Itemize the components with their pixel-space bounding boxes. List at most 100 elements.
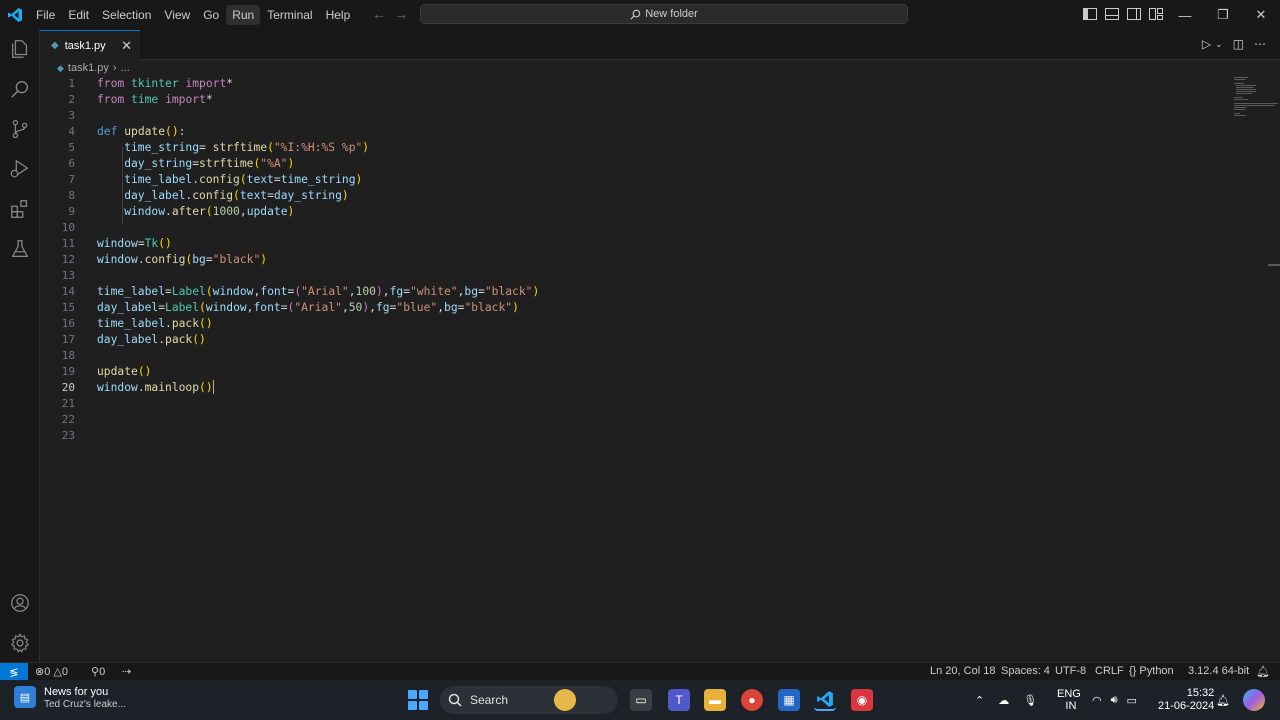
code-editor[interactable]: 1 from tkinter import* 2 from time import*…	[40, 76, 1280, 662]
code-line[interactable]: 6 day_string=strftime("%A")	[40, 156, 1190, 172]
close-window-icon[interactable]: ✕	[1242, 0, 1280, 30]
scrollbar-marker[interactable]	[1268, 264, 1280, 266]
code-line[interactable]: 21	[40, 396, 1190, 412]
code-text: window.config(bg="black")	[97, 253, 268, 266]
editor-tab-bar: ◆ task1.py ✕ ▷ ⌄ ◫ ⋯	[40, 30, 1280, 60]
taskbar-search[interactable]: Search	[440, 686, 618, 714]
code-line[interactable]: 5 time_string= strftime("%I:%H:%S %p")	[40, 140, 1190, 156]
code-line[interactable]: 14 time_label=Label(window,font=("Arial",…	[40, 284, 1190, 300]
testing-icon[interactable]	[8, 237, 32, 261]
code-line[interactable]: 2 from time import*	[40, 92, 1190, 108]
ports-status[interactable]: ⚲0	[91, 665, 105, 678]
menu-go[interactable]: Go	[197, 5, 225, 25]
breadcrumb: ◆ task1.py › ...	[57, 61, 130, 75]
menu-run[interactable]: Run	[226, 5, 261, 25]
explorer-icon[interactable]	[8, 37, 32, 61]
code-line[interactable]: 1 from tkinter import*	[40, 76, 1190, 92]
language-mode[interactable]: {} Python	[1129, 665, 1174, 677]
notifications-bell-icon[interactable]: 🔔︎	[1256, 665, 1270, 678]
line-number: 14	[61, 285, 75, 298]
restore-icon[interactable]: ❐	[1204, 0, 1242, 30]
python-interpreter[interactable]: 3.12.4 64-bit	[1188, 665, 1249, 677]
minimize-icon[interactable]: —	[1166, 0, 1204, 30]
close-tab-icon[interactable]: ✕	[121, 38, 132, 54]
code-line[interactable]: 13	[40, 268, 1190, 284]
code-line[interactable]: 9 window.after(1000,update)	[40, 204, 1190, 220]
remote-indicator-icon[interactable]: ≶	[0, 663, 28, 681]
menu-bar: File Edit Selection View Go Run Terminal…	[30, 0, 357, 30]
menu-terminal[interactable]: Terminal	[261, 5, 318, 25]
settings-gear-icon[interactable]	[8, 631, 32, 655]
menu-view[interactable]: View	[158, 5, 196, 25]
arrow-left-icon[interactable]: ←	[372, 6, 386, 22]
notification-bell-icon[interactable]: 🔔︎	[1216, 680, 1230, 720]
more-actions-icon[interactable]: ⋯	[1254, 37, 1266, 51]
code-line[interactable]: 22	[40, 412, 1190, 428]
split-editor-icon[interactable]: ◫	[1233, 37, 1244, 51]
code-line[interactable]: 16 time_label.pack()	[40, 316, 1190, 332]
command-center[interactable]: New folder	[420, 4, 908, 24]
arrow-right-icon[interactable]: →	[394, 6, 408, 22]
code-line[interactable]: 7 time_label.config(text=time_string)	[40, 172, 1190, 188]
breadcrumb-more[interactable]: ...	[121, 62, 130, 74]
chevron-up-icon[interactable]: ⌃	[975, 694, 984, 707]
menu-file[interactable]: File	[30, 5, 61, 25]
code-line[interactable]: 19 update()	[40, 364, 1190, 380]
task-view-icon[interactable]: ▭	[630, 689, 652, 711]
tab-task1-py[interactable]: ◆ task1.py ✕	[40, 30, 140, 60]
clock[interactable]: 15:32 21-06-2024	[1158, 680, 1214, 720]
system-tray: ⌃ ☁ 🎙︎	[975, 680, 1037, 720]
news-widget[interactable]: ▤ News for you Ted Cruz's leake...	[14, 686, 126, 710]
windows-start-icon[interactable]	[408, 690, 428, 710]
menu-edit[interactable]: Edit	[62, 5, 95, 25]
source-control-icon[interactable]	[8, 117, 32, 141]
python-icon: ◆	[51, 40, 59, 51]
microsoft-store-icon[interactable]: ▦	[778, 689, 800, 711]
menu-selection[interactable]: Selection	[96, 5, 157, 25]
indentation-status[interactable]: Spaces: 4	[1001, 665, 1050, 677]
eol-status[interactable]: CRLF	[1095, 665, 1124, 677]
extensions-icon[interactable]	[8, 197, 32, 221]
vscode-taskbar-icon[interactable]	[814, 689, 836, 711]
microphone-icon[interactable]: 🎙︎	[1023, 694, 1037, 707]
toggle-panel-icon[interactable]	[1104, 6, 1120, 22]
run-and-debug-icon[interactable]	[8, 157, 32, 181]
code-line[interactable]: 3	[40, 108, 1190, 124]
file-explorer-icon[interactable]: ▬	[704, 689, 726, 711]
menu-help[interactable]: Help	[320, 5, 357, 25]
code-line-current[interactable]: 20 window.mainloop()	[40, 380, 1190, 396]
chrome-icon[interactable]: ●	[741, 689, 763, 711]
toggle-primary-sidebar-icon[interactable]	[1082, 6, 1098, 22]
code-line[interactable]: 18	[40, 348, 1190, 364]
code-text: day_label.pack()	[97, 333, 206, 346]
code-line[interactable]: 12 window.config(bg="black")	[40, 252, 1190, 268]
code-line[interactable]: 23	[40, 428, 1190, 444]
debug-status-icon[interactable]: ⇢	[122, 665, 131, 678]
copilot-icon[interactable]	[1243, 689, 1265, 711]
encoding-status[interactable]: UTF-8	[1055, 665, 1086, 677]
search-icon[interactable]	[8, 77, 32, 101]
code-line[interactable]: 11 window=Tk()	[40, 236, 1190, 252]
problems-status[interactable]: ⊗0 △0	[35, 665, 68, 678]
onedrive-cloud-icon[interactable]: ☁	[998, 694, 1009, 707]
code-line[interactable]: 10	[40, 220, 1190, 236]
code-line[interactable]: 8 day_label.config(text=day_string)	[40, 188, 1190, 204]
customize-layout-icon[interactable]	[1148, 6, 1164, 22]
accounts-icon[interactable]	[8, 591, 32, 615]
quick-settings[interactable]: ◠ 🔊︎ ▭	[1092, 680, 1137, 720]
search-label: Search	[470, 693, 509, 707]
code-line[interactable]: 4 def update():	[40, 124, 1190, 140]
line-number: 22	[61, 413, 75, 426]
code-line[interactable]: 17 day_label.pack()	[40, 332, 1190, 348]
breadcrumb-file[interactable]: task1.py	[68, 62, 109, 74]
toggle-secondary-sidebar-icon[interactable]	[1126, 6, 1142, 22]
minimap[interactable]	[1232, 76, 1280, 116]
code-line[interactable]: 15 day_label=Label(window,font=("Arial",5…	[40, 300, 1190, 316]
line-number: 3	[68, 109, 75, 122]
language-indicator[interactable]: ENG IN	[1057, 680, 1081, 720]
screen-recorder-icon[interactable]: ◉	[851, 689, 873, 711]
teams-icon[interactable]: T	[668, 689, 690, 711]
chevron-down-icon[interactable]: ⌄	[1215, 39, 1223, 51]
cursor-position[interactable]: Ln 20, Col 18	[930, 665, 995, 677]
run-python-file-icon[interactable]: ▷	[1202, 37, 1211, 51]
